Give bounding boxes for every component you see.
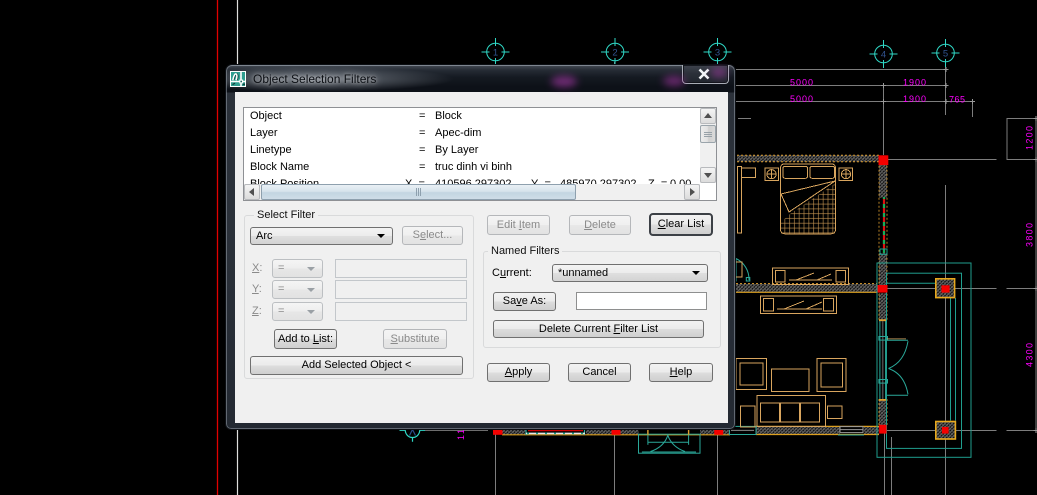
svg-text:5: 5 [943,49,948,60]
svg-text:3: 3 [715,48,720,59]
svg-text:2: 2 [612,48,617,59]
svg-text:4: 4 [881,50,886,61]
svg-text:4300: 4300 [1025,343,1035,367]
svg-text:5000: 5000 [790,94,813,104]
svg-text:11: 11 [456,429,466,440]
svg-text:5000: 5000 [790,78,813,88]
svg-text:765: 765 [949,95,965,105]
svg-text:1: 1 [493,48,498,59]
svg-text:3800: 3800 [1025,223,1035,247]
svg-text:1900: 1900 [903,78,926,88]
svg-text:1900: 1900 [903,94,926,104]
svg-text:1200: 1200 [1025,126,1035,150]
